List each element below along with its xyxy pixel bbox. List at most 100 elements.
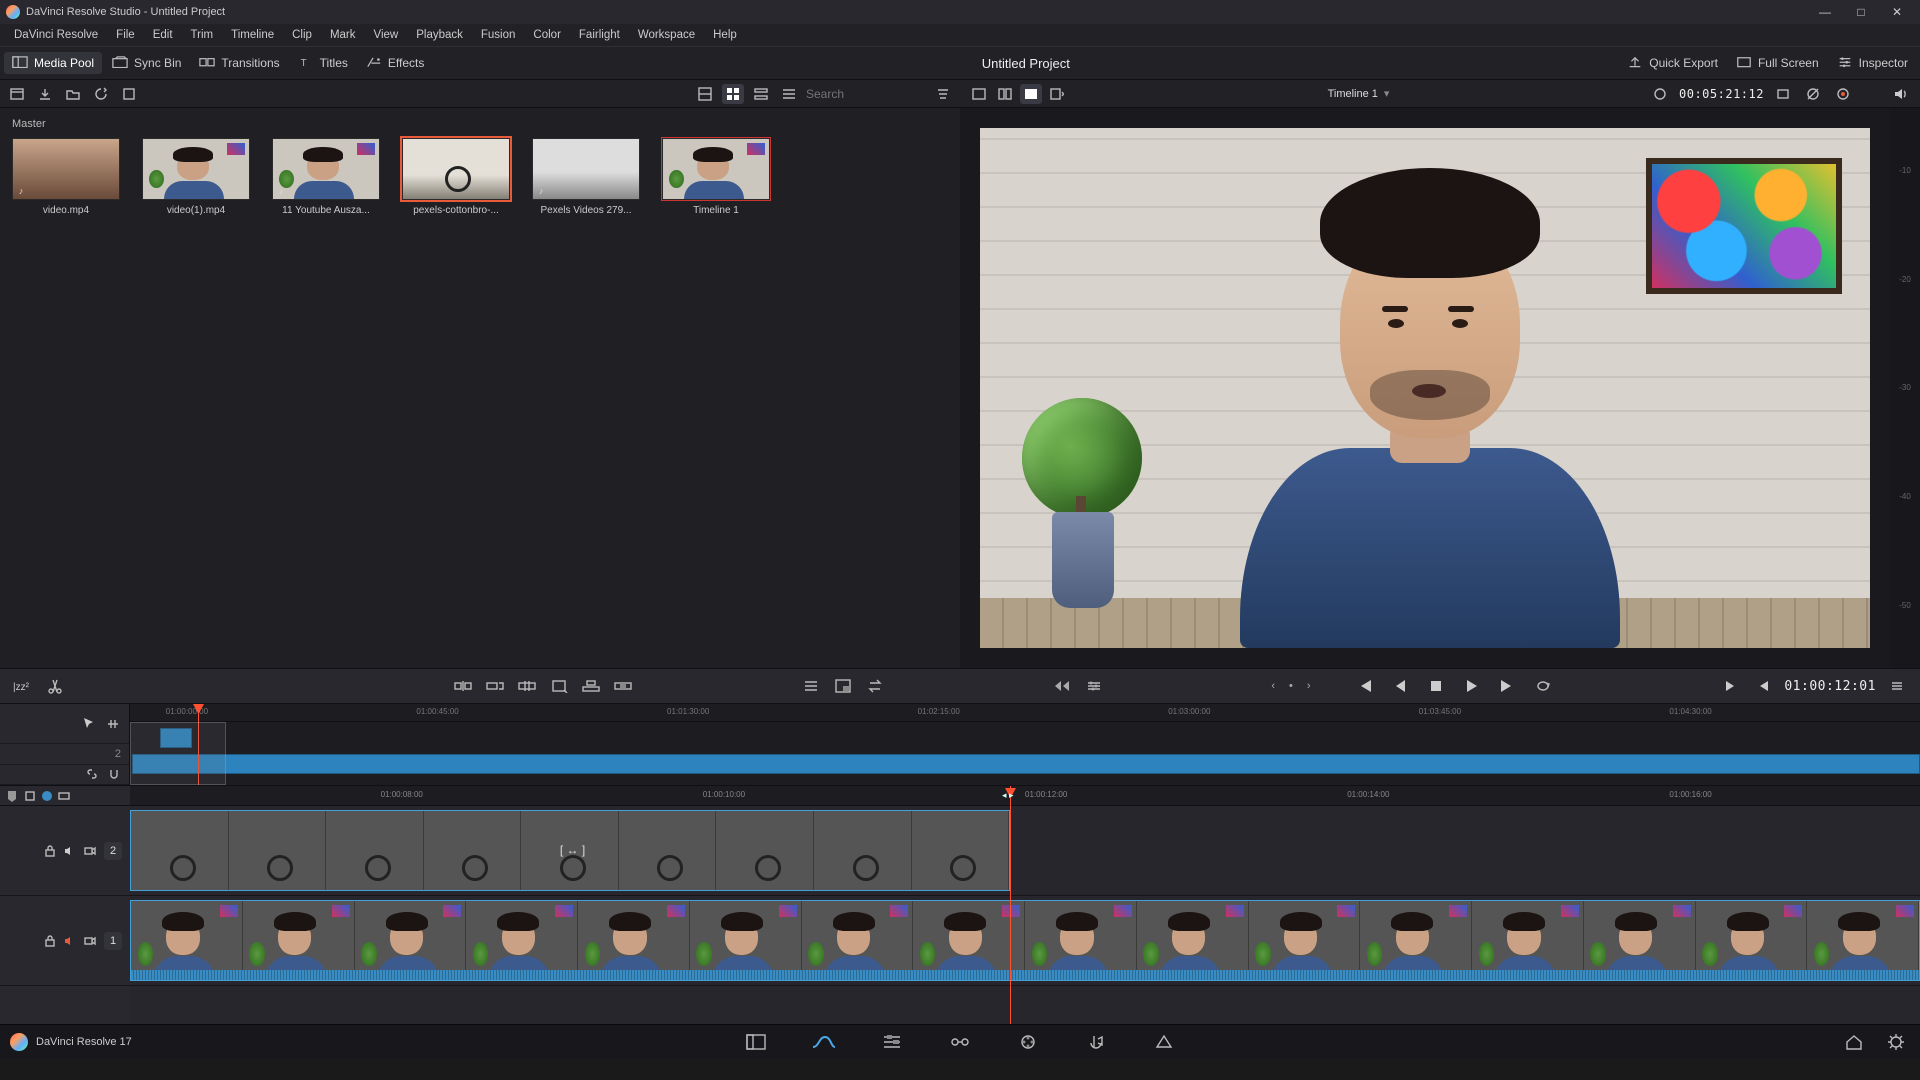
- next-edit-icon[interactable]: [1720, 676, 1742, 696]
- overview-body[interactable]: 01:00:00:00 01:00:45:00 01:01:30:00 01:0…: [130, 704, 1920, 785]
- inspector-toggle[interactable]: Inspector: [1829, 52, 1916, 74]
- smart-insert-icon[interactable]: [452, 676, 474, 696]
- chevron-down-icon[interactable]: ▾: [1384, 87, 1390, 100]
- dual-viewer-icon[interactable]: [994, 84, 1016, 104]
- clip-v1[interactable]: [130, 900, 1920, 981]
- menu-fusion[interactable]: Fusion: [473, 27, 524, 43]
- menu-davinciresolve[interactable]: DaVinci Resolve: [6, 27, 106, 43]
- link-icon[interactable]: [85, 767, 99, 781]
- trim-handle-icon[interactable]: [ ↔ ]: [560, 843, 585, 857]
- clip-thumb[interactable]: pexels-cottonbro-...: [400, 138, 512, 216]
- sync-bin-toggle[interactable]: Sync Bin: [104, 52, 189, 74]
- menu-clip[interactable]: Clip: [284, 27, 320, 43]
- view-opts-icon[interactable]: [58, 790, 70, 802]
- page-media-icon[interactable]: [742, 1031, 770, 1053]
- go-last-icon[interactable]: [1497, 676, 1519, 696]
- import-media-icon[interactable]: [34, 84, 56, 104]
- overview-clip-v1[interactable]: [132, 754, 1920, 774]
- clip-thumb[interactable]: ♪ 11 Youtube Ausza...: [270, 138, 382, 216]
- video-enable-icon[interactable]: [84, 845, 96, 857]
- titles-toggle[interactable]: T Titles: [290, 52, 356, 74]
- home-icon[interactable]: [1840, 1031, 1868, 1053]
- fast-review-icon[interactable]: [1051, 676, 1073, 696]
- stop-icon[interactable]: [1425, 676, 1447, 696]
- quick-export-button[interactable]: Quick Export: [1619, 52, 1726, 74]
- menu-edit[interactable]: Edit: [145, 27, 181, 43]
- menu-workspace[interactable]: Workspace: [630, 27, 703, 43]
- pic-in-pic-icon[interactable]: [832, 676, 854, 696]
- strip-view-icon[interactable]: [750, 84, 772, 104]
- prev-frame-icon[interactable]: [1389, 676, 1411, 696]
- full-screen-button[interactable]: Full Screen: [1728, 52, 1827, 74]
- loop-cache-icon[interactable]: [1832, 84, 1854, 104]
- marker-tool-icon[interactable]: [6, 790, 18, 802]
- timeline-menu-icon[interactable]: [1886, 676, 1908, 696]
- project-settings-icon[interactable]: [1882, 1031, 1910, 1053]
- thumbnail-view-icon[interactable]: [722, 84, 744, 104]
- loop-icon[interactable]: [1533, 676, 1555, 696]
- effects-toggle[interactable]: Effects: [358, 52, 432, 74]
- split-clip-icon[interactable]: [44, 676, 66, 696]
- swap-icon[interactable]: [864, 676, 886, 696]
- clip-thumb[interactable]: ♪ video.mp4: [10, 138, 122, 216]
- overview-viewport[interactable]: [130, 722, 226, 785]
- page-color-icon[interactable]: [1014, 1031, 1042, 1053]
- transitions-toggle[interactable]: Transitions: [191, 52, 287, 74]
- prev-edit-icon[interactable]: [1752, 676, 1774, 696]
- trim-tool-icon[interactable]: [105, 716, 121, 732]
- close-button[interactable]: ✕: [1880, 3, 1914, 21]
- snap-icon[interactable]: [107, 767, 121, 781]
- timeline-name-label[interactable]: Timeline 1: [1328, 88, 1378, 100]
- page-cut-icon[interactable]: [810, 1031, 838, 1053]
- ripple-overwrite-icon[interactable]: [516, 676, 538, 696]
- sort-icon[interactable]: [932, 84, 954, 104]
- clip-thumb[interactable]: ♪ Pexels Videos 279...: [530, 138, 642, 216]
- flag-tool-icon[interactable]: [24, 790, 36, 802]
- clip-v2[interactable]: [ ↔ ]: [130, 810, 1010, 891]
- clip-thumb[interactable]: video(1).mp4: [140, 138, 252, 216]
- source-overwrite-icon[interactable]: [612, 676, 634, 696]
- jog-dot-icon[interactable]: •: [1289, 680, 1293, 692]
- menu-color[interactable]: Color: [525, 27, 568, 43]
- record-timecode[interactable]: 01:00:12:01: [1784, 679, 1876, 694]
- fx-mode-icon[interactable]: [118, 84, 140, 104]
- place-on-top-icon[interactable]: [580, 676, 602, 696]
- lock-icon[interactable]: [44, 845, 56, 857]
- timeline-playhead[interactable]: [1010, 786, 1011, 1024]
- track-header-v1[interactable]: 1: [0, 896, 130, 986]
- gang-icon[interactable]: [1772, 84, 1794, 104]
- page-fairlight-icon[interactable]: [1082, 1031, 1110, 1053]
- append-icon[interactable]: [484, 676, 506, 696]
- source-viewer-icon[interactable]: [968, 84, 990, 104]
- speaker-icon[interactable]: [64, 845, 76, 857]
- bin-name[interactable]: Master: [12, 118, 948, 130]
- menu-file[interactable]: File: [108, 27, 143, 43]
- close-up-icon[interactable]: [548, 676, 570, 696]
- color-dot-icon[interactable]: [42, 791, 52, 801]
- mute-icon[interactable]: [1890, 84, 1912, 104]
- viewer-mode-dropdown-icon[interactable]: [1046, 84, 1068, 104]
- play-icon[interactable]: [1461, 676, 1483, 696]
- page-fusion-icon[interactable]: [946, 1031, 974, 1053]
- source-timecode[interactable]: 00:05:21:12: [1679, 87, 1764, 101]
- menu-timeline[interactable]: Timeline: [223, 27, 282, 43]
- video-enable-icon[interactable]: [84, 935, 96, 947]
- selection-tool-icon[interactable]: [81, 716, 97, 732]
- tools-misc-icon[interactable]: [800, 676, 822, 696]
- match-frame-icon[interactable]: [1649, 84, 1671, 104]
- search-input[interactable]: [806, 87, 926, 101]
- speaker-icon[interactable]: [64, 935, 76, 947]
- list-view-icon[interactable]: [778, 84, 800, 104]
- page-edit-icon[interactable]: [878, 1031, 906, 1053]
- timeline-options-icon[interactable]: [1083, 676, 1105, 696]
- bypass-grades-icon[interactable]: [1802, 84, 1824, 104]
- go-first-icon[interactable]: [1353, 676, 1375, 696]
- viewer-canvas[interactable]: [980, 128, 1870, 648]
- menu-view[interactable]: View: [366, 27, 407, 43]
- page-deliver-icon[interactable]: [1150, 1031, 1178, 1053]
- media-pool-toggle[interactable]: Media Pool: [4, 52, 102, 74]
- bin-dropdown-icon[interactable]: [6, 84, 28, 104]
- timeline-viewer-icon[interactable]: [1020, 84, 1042, 104]
- boring-detector-icon[interactable]: |zz²: [12, 676, 34, 696]
- maximize-button[interactable]: □: [1844, 3, 1878, 21]
